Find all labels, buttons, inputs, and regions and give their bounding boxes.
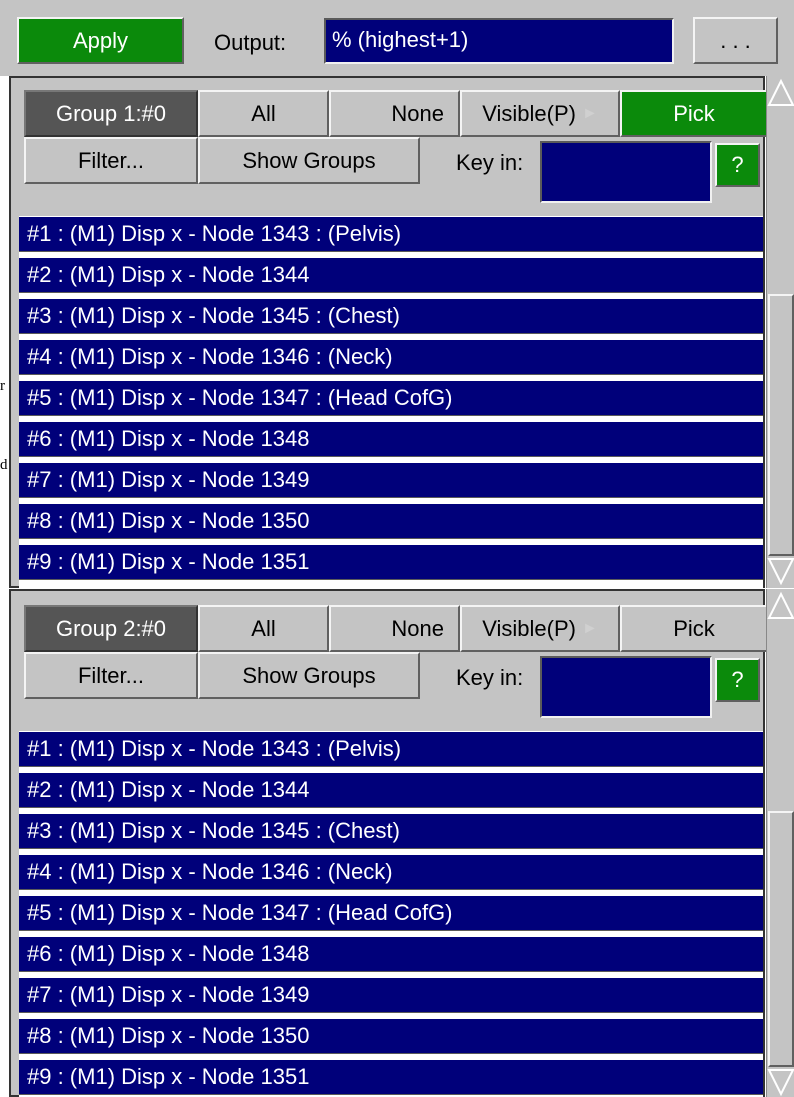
more-button[interactable]: . . .	[693, 17, 778, 64]
group-2-scroll-thumb[interactable]	[768, 811, 794, 1067]
list-item[interactable]: #5 : (M1) Disp x - Node 1347 : (Head Cof…	[19, 895, 763, 931]
group-2-all-button[interactable]: All	[198, 605, 329, 652]
group-2-show-groups-button[interactable]: Show Groups	[198, 652, 420, 699]
apply-button[interactable]: Apply	[17, 17, 184, 64]
submenu-arrow-icon: ►	[581, 619, 598, 637]
group-1-visible-button[interactable]: Visible(P) ►	[460, 90, 620, 137]
submenu-arrow-icon: ►	[581, 104, 598, 122]
group-2-list: #1 : (M1) Disp x - Node 1343 : (Pelvis) …	[19, 731, 763, 1097]
list-item[interactable]: #1 : (M1) Disp x - Node 1343 : (Pelvis)	[19, 216, 763, 252]
list-item[interactable]: #9 : (M1) Disp x - Node 1351	[19, 1059, 763, 1095]
list-item[interactable]: #2 : (M1) Disp x - Node 1344	[19, 772, 763, 808]
output-label: Output:	[214, 30, 287, 55]
group-1-all-button[interactable]: All	[198, 90, 329, 137]
list-item[interactable]: #2 : (M1) Disp x - Node 1344	[19, 257, 763, 293]
group-2-title: Group 2:#0	[24, 605, 198, 652]
left-fragment-2: d	[0, 457, 8, 473]
group-1-list: #1 : (M1) Disp x - Node 1343 : (Pelvis) …	[19, 216, 763, 588]
group-2-keyin-field[interactable]	[540, 656, 712, 718]
group-2-visible-label: Visible(P)	[482, 615, 576, 641]
list-item[interactable]: #7 : (M1) Disp x - Node 1349	[19, 462, 763, 498]
group-1-show-groups-button[interactable]: Show Groups	[198, 137, 420, 184]
list-item[interactable]: #9 : (M1) Disp x - Node 1351	[19, 544, 763, 580]
group-1-scroll-thumb[interactable]	[768, 294, 794, 556]
group-1-keyin-field[interactable]	[540, 141, 712, 203]
list-item[interactable]: #8 : (M1) Disp x - Node 1350	[19, 1018, 763, 1054]
output-field[interactable]: % (highest+1)	[324, 18, 674, 64]
list-item[interactable]: #6 : (M1) Disp x - Node 1348	[19, 936, 763, 972]
group-2-none-button[interactable]: None	[329, 605, 460, 652]
group-1-scrollbar[interactable]	[766, 76, 794, 588]
group-1-filter-button[interactable]: Filter...	[24, 137, 198, 184]
list-item[interactable]: #1 : (M1) Disp x - Node 1343 : (Pelvis)	[19, 731, 763, 767]
left-fragment-1: r	[0, 378, 5, 394]
group-1-help-button[interactable]: ?	[715, 143, 760, 187]
group-2-pick-button[interactable]: Pick	[620, 605, 768, 652]
group-1-keyin-label: Key in:	[456, 150, 524, 175]
scroll-down-arrow-icon[interactable]	[767, 1067, 794, 1097]
scroll-up-arrow-icon[interactable]	[767, 591, 794, 621]
list-item[interactable]: #4 : (M1) Disp x - Node 1346 : (Neck)	[19, 854, 763, 890]
list-item[interactable]: #7 : (M1) Disp x - Node 1349	[19, 977, 763, 1013]
group-2-filter-button[interactable]: Filter...	[24, 652, 198, 699]
list-item[interactable]: #3 : (M1) Disp x - Node 1345 : (Chest)	[19, 298, 763, 334]
list-item[interactable]: #4 : (M1) Disp x - Node 1346 : (Neck)	[19, 339, 763, 375]
group-1-visible-label: Visible(P)	[482, 100, 576, 126]
scroll-up-arrow-icon[interactable]	[767, 78, 794, 108]
group-2-keyin-label: Key in:	[456, 665, 524, 690]
list-item[interactable]: #6 : (M1) Disp x - Node 1348	[19, 421, 763, 457]
output-value: % (highest+1)	[332, 27, 469, 52]
group-2-visible-button[interactable]: Visible(P) ►	[460, 605, 620, 652]
group-1-panel: Group 1:#0 All None Visible(P) ► Pick Fil…	[9, 76, 768, 588]
scroll-down-arrow-icon[interactable]	[767, 556, 794, 586]
list-item[interactable]: #8 : (M1) Disp x - Node 1350	[19, 503, 763, 539]
group-2-help-button[interactable]: ?	[715, 658, 760, 702]
group-1-none-button[interactable]: None	[329, 90, 460, 137]
group-1-pick-button[interactable]: Pick	[620, 90, 768, 137]
group-1-title: Group 1:#0	[24, 90, 198, 137]
list-item[interactable]: #3 : (M1) Disp x - Node 1345 : (Chest)	[19, 813, 763, 849]
list-item[interactable]: #5 : (M1) Disp x - Node 1347 : (Head Cof…	[19, 380, 763, 416]
group-2-panel: Group 2:#0 All None Visible(P) ► Pick Fil…	[9, 589, 768, 1097]
group-2-scrollbar[interactable]	[766, 589, 794, 1097]
